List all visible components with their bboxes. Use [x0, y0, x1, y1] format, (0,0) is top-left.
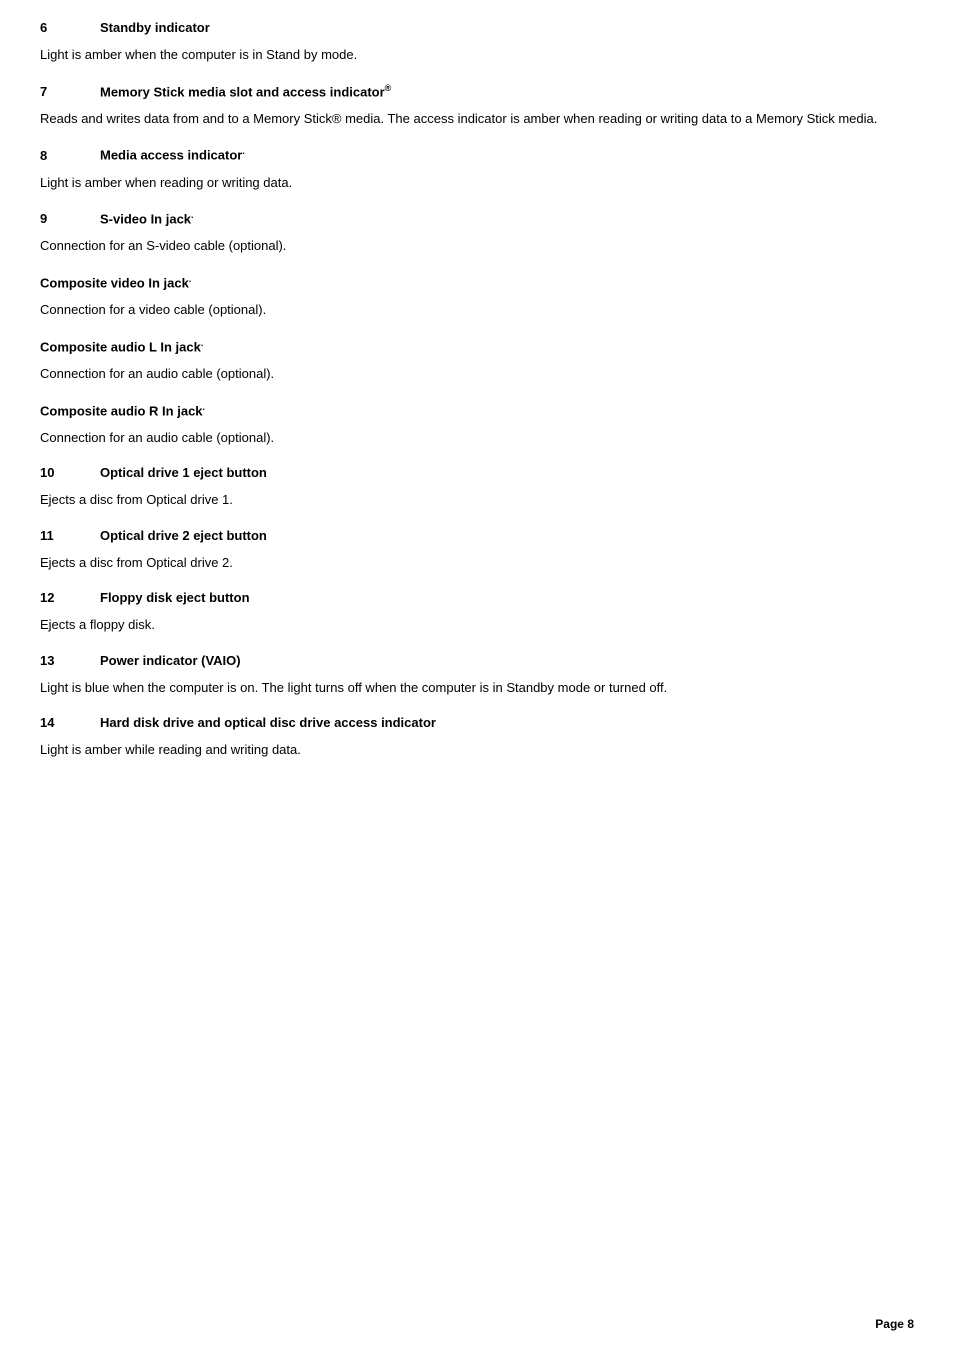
section-body-7: Ejects a disc from Optical drive 1. — [40, 490, 914, 510]
section-header-7: 10Optical drive 1 eject button — [40, 465, 914, 480]
section-title-2: Media access indicator. — [100, 146, 245, 162]
section-body-9: Ejects a floppy disk. — [40, 615, 914, 635]
section-6: Composite audio R In jack. Connection for… — [40, 402, 914, 448]
section-1: 7Memory Stick media slot and access indi… — [40, 83, 914, 129]
section-body-10: Light is blue when the computer is on. T… — [40, 678, 914, 698]
section-body-11: Light is amber while reading and writing… — [40, 740, 914, 760]
page-footer: Page 8 — [875, 1317, 914, 1331]
section-2: 8Media access indicator. Light is amber w… — [40, 146, 914, 192]
section-title-5: Composite audio L In jack. — [40, 338, 914, 354]
section-title-11: Hard disk drive and optical disc drive a… — [100, 715, 436, 730]
section-11: 14Hard disk drive and optical disc drive… — [40, 715, 914, 760]
section-3: 9S-video In jack. Connection for an S-vid… — [40, 210, 914, 256]
section-9: 12Floppy disk eject button Ejects a flopp… — [40, 590, 914, 635]
section-title-10: Power indicator (VAIO) — [100, 653, 241, 668]
section-body-4: Connection for a video cable (optional). — [40, 300, 914, 320]
section-header-3: 9S-video In jack. — [40, 210, 914, 226]
section-number-0: 6 — [40, 20, 100, 35]
section-number-3: 9 — [40, 211, 100, 226]
section-body-2: Light is amber when reading or writing d… — [40, 173, 914, 193]
section-header-11: 14Hard disk drive and optical disc drive… — [40, 715, 914, 730]
section-number-2: 8 — [40, 148, 100, 163]
section-body-1: Reads and writes data from and to a Memo… — [40, 109, 914, 129]
section-7: 10Optical drive 1 eject button Ejects a d… — [40, 465, 914, 510]
section-title-9: Floppy disk eject button — [100, 590, 250, 605]
section-header-2: 8Media access indicator. — [40, 146, 914, 162]
section-title-8: Optical drive 2 eject button — [100, 528, 267, 543]
section-10: 13Power indicator (VAIO) Light is blue wh… — [40, 653, 914, 698]
section-number-8: 11 — [40, 528, 100, 543]
section-title-0: Standby indicator — [100, 20, 210, 35]
section-number-7: 10 — [40, 465, 100, 480]
section-number-10: 13 — [40, 653, 100, 668]
section-number-11: 14 — [40, 715, 100, 730]
section-0: 6Standby indicator Light is amber when th… — [40, 20, 914, 65]
section-body-3: Connection for an S-video cable (optiona… — [40, 236, 914, 256]
section-header-0: 6Standby indicator — [40, 20, 914, 35]
section-4: Composite video In jack. Connection for a… — [40, 274, 914, 320]
section-header-8: 11Optical drive 2 eject button — [40, 528, 914, 543]
section-number-9: 12 — [40, 590, 100, 605]
section-title-4: Composite video In jack. — [40, 274, 914, 290]
section-body-8: Ejects a disc from Optical drive 2. — [40, 553, 914, 573]
section-title-6: Composite audio R In jack. — [40, 402, 914, 418]
section-body-6: Connection for an audio cable (optional)… — [40, 428, 914, 448]
section-header-9: 12Floppy disk eject button — [40, 590, 914, 605]
section-5: Composite audio L In jack. Connection for… — [40, 338, 914, 384]
section-header-1: 7Memory Stick media slot and access indi… — [40, 83, 914, 99]
section-title-3: S-video In jack. — [100, 210, 194, 226]
section-title-7: Optical drive 1 eject button — [100, 465, 267, 480]
section-title-1: Memory Stick media slot and access indic… — [100, 83, 391, 99]
page-number: Page 8 — [875, 1317, 914, 1331]
section-8: 11Optical drive 2 eject button Ejects a d… — [40, 528, 914, 573]
section-number-1: 7 — [40, 84, 100, 99]
section-header-10: 13Power indicator (VAIO) — [40, 653, 914, 668]
section-body-0: Light is amber when the computer is in S… — [40, 45, 914, 65]
section-body-5: Connection for an audio cable (optional)… — [40, 364, 914, 384]
